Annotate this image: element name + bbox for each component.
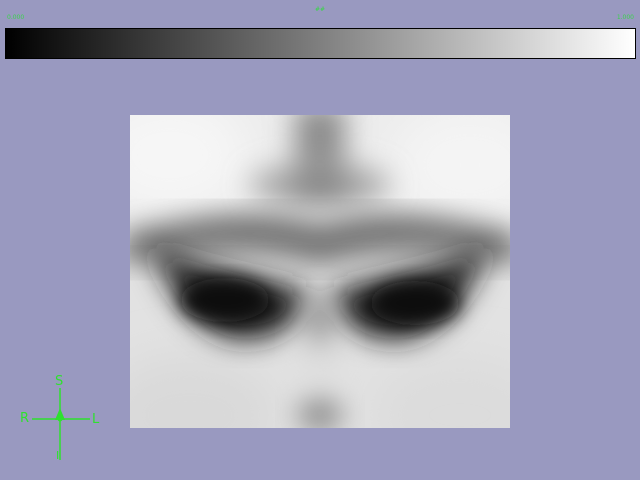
slice-image-panel[interactable] <box>130 115 510 428</box>
colorbar-title: ## <box>314 6 326 13</box>
colorbar-min-label: 0.000 <box>7 14 25 21</box>
orientation-marker: S R L I <box>18 374 104 464</box>
grayscale-colorbar <box>5 28 636 59</box>
orientation-superior-label: S <box>55 374 64 389</box>
orientation-inferior-label: I <box>56 449 60 462</box>
orientation-right-label: R <box>20 411 30 426</box>
orientation-left-label: L <box>92 412 100 427</box>
grayscale-slice-image <box>130 115 510 428</box>
image-viewer: 0.000 ## 1.000 S R L I <box>0 0 640 480</box>
colorbar-max-label: 1.000 <box>616 14 634 21</box>
